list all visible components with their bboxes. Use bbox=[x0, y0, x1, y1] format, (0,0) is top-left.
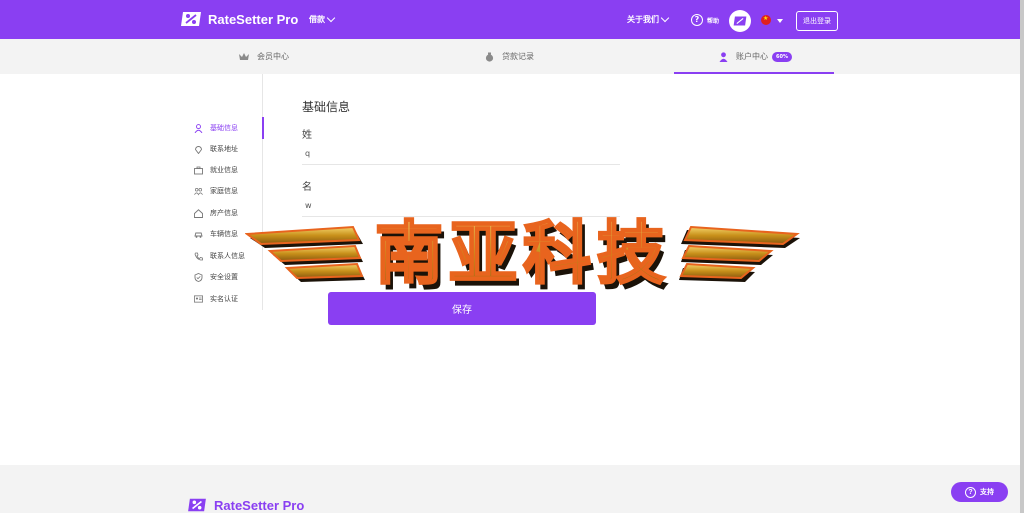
logo-mark-icon bbox=[181, 12, 201, 26]
scrollbar-thumb[interactable] bbox=[1020, 0, 1024, 513]
sidebar-item-family[interactable]: 家庭信息 bbox=[194, 184, 263, 198]
nav-about-menu[interactable]: 关于我们 bbox=[627, 13, 670, 25]
family-icon bbox=[194, 187, 203, 196]
top-navbar: RateSetter Pro 借款 关于我们 ? 帮助 ★ 退出登录 bbox=[0, 0, 1020, 39]
location-pin-icon bbox=[194, 145, 203, 154]
tab-account-center[interactable]: 账户中心 60% bbox=[718, 39, 792, 74]
tab-loan-records[interactable]: 贷款记录 bbox=[484, 39, 534, 74]
crown-icon bbox=[239, 52, 249, 62]
right-wing-icon bbox=[679, 225, 800, 282]
watermark-logo: 南亚科技 南亚科技 bbox=[245, 214, 800, 300]
footer-brand-logo[interactable]: RateSetter Pro bbox=[186, 497, 304, 513]
brand-name: RateSetter Pro bbox=[208, 11, 299, 27]
support-label: 支持 bbox=[980, 489, 994, 496]
house-icon bbox=[194, 208, 203, 218]
logo-mark-icon bbox=[188, 498, 206, 512]
question-circle-icon: ? bbox=[691, 14, 703, 26]
nav-help-link[interactable]: ? 帮助 bbox=[691, 14, 719, 26]
sidebar-item-label: 安全设置 bbox=[210, 273, 238, 281]
tab-account-label: 账户中心 bbox=[736, 52, 768, 61]
sidebar-item-label: 就业信息 bbox=[210, 166, 238, 174]
logout-button[interactable]: 退出登录 bbox=[796, 11, 838, 31]
active-tab-indicator bbox=[674, 72, 834, 74]
caret-down-icon[interactable] bbox=[777, 19, 783, 23]
avatar[interactable] bbox=[729, 10, 751, 32]
sidebar-item-label: 联系地址 bbox=[210, 145, 238, 153]
surname-field[interactable] bbox=[302, 143, 620, 165]
scrollbar-track[interactable] bbox=[1020, 0, 1024, 513]
tab-member-label: 会员中心 bbox=[257, 52, 289, 61]
brand-logo[interactable]: RateSetter Pro bbox=[180, 10, 298, 28]
support-button[interactable]: ? 支持 bbox=[951, 482, 1008, 502]
surname-label: 姓 bbox=[302, 130, 312, 141]
briefcase-icon bbox=[194, 166, 203, 175]
question-circle-icon: ? bbox=[965, 486, 976, 498]
account-subtabs: 会员中心 贷款记录 账户中心 60% bbox=[0, 39, 1020, 74]
user-icon bbox=[194, 123, 203, 133]
sidebar-item-label: 房产信息 bbox=[210, 209, 238, 217]
form-title: 基础信息 bbox=[302, 100, 351, 114]
sidebar-item-address[interactable]: 联系地址 bbox=[194, 142, 263, 156]
shield-icon bbox=[194, 272, 203, 282]
nav-help-label: 帮助 bbox=[707, 17, 720, 25]
sidebar-item-label: 家庭信息 bbox=[210, 187, 238, 195]
nav-borrow-label: 借款 bbox=[309, 15, 325, 24]
chevron-down-icon bbox=[660, 13, 670, 23]
tab-member-center[interactable]: 会员中心 bbox=[239, 39, 289, 74]
given-name-label: 名 bbox=[302, 182, 312, 193]
watermark-text: 南亚科技 bbox=[375, 215, 671, 294]
money-bag-icon bbox=[484, 52, 494, 62]
sidebar-item-label: 实名认证 bbox=[210, 295, 238, 303]
sidebar-item-basic-info[interactable]: 基础信息 bbox=[194, 121, 263, 135]
id-card-icon bbox=[194, 295, 203, 304]
phone-icon bbox=[194, 252, 203, 261]
sidebar-active-indicator bbox=[262, 117, 264, 139]
sidebar-item-label: 基础信息 bbox=[210, 124, 238, 132]
chevron-down-icon bbox=[326, 13, 336, 23]
sidebar-item-label: 联系人信息 bbox=[210, 252, 245, 260]
user-icon bbox=[718, 51, 728, 62]
tab-loan-label: 贷款记录 bbox=[502, 52, 534, 61]
car-icon bbox=[194, 230, 203, 239]
nav-about-label: 关于我们 bbox=[627, 15, 659, 24]
sidebar-item-label: 车辆信息 bbox=[210, 230, 238, 238]
nav-borrow-menu[interactable]: 借款 bbox=[309, 13, 336, 25]
left-wing-icon bbox=[245, 225, 365, 282]
sidebar-item-employment[interactable]: 就业信息 bbox=[194, 163, 263, 177]
china-flag-icon[interactable]: ★ bbox=[761, 15, 771, 25]
page-footer bbox=[0, 465, 1020, 513]
footer-brand-name: RateSetter Pro bbox=[214, 497, 305, 513]
avatar-logo-icon bbox=[733, 16, 747, 26]
progress-badge: 60% bbox=[772, 51, 792, 62]
